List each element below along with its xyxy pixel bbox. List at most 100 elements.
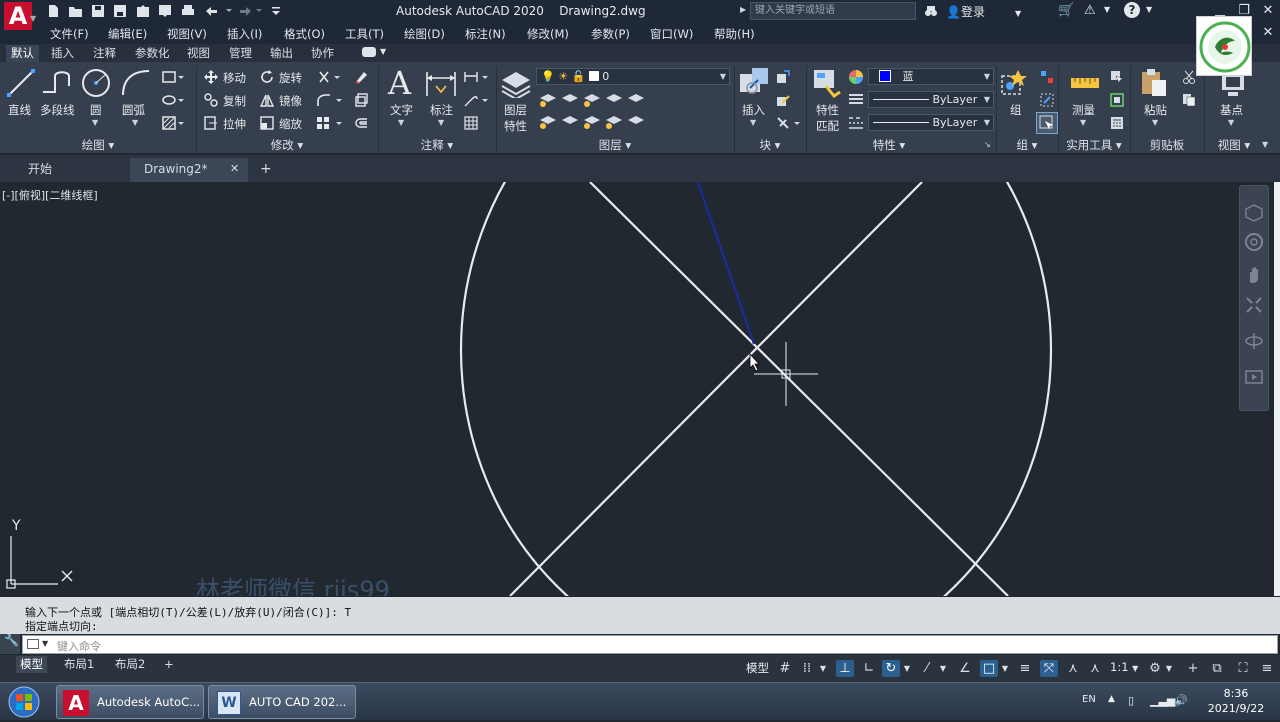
new-tab-button[interactable]: + (260, 158, 276, 182)
menu-view[interactable]: 视图(V) (167, 26, 207, 42)
tab-collaborate[interactable]: 协作 (306, 45, 339, 62)
new-icon[interactable] (46, 4, 60, 18)
menu-modify[interactable]: 修改(M) (527, 26, 569, 42)
chevron-down-icon[interactable]: ▼ (438, 118, 444, 127)
fillet-icon[interactable] (316, 93, 344, 107)
stretch-label[interactable]: 拉伸 (223, 116, 246, 132)
tray-expand-icon[interactable]: ▲ (1108, 694, 1115, 704)
tab-annotate[interactable]: 注释 (88, 45, 121, 62)
lineweight-dropdown[interactable]: ByLayer ▼ (868, 91, 994, 108)
layer-properties-icon[interactable] (500, 68, 532, 101)
match-properties-label[interactable]: 特性 (816, 102, 839, 118)
clipboard-panel-title[interactable]: 剪贴板 (1130, 137, 1204, 154)
layer-dropdown[interactable]: 💡 ☀ 🔓 0 ▼ (536, 68, 730, 85)
application-menu-button[interactable]: A ▼ (0, 0, 38, 44)
linetype-dropdown[interactable]: ByLayer ▼ (868, 114, 994, 131)
tab-home[interactable]: 默认 (6, 45, 39, 62)
selection-cycling-icon[interactable]: ⤧ (1040, 660, 1058, 677)
array-icon[interactable] (316, 116, 344, 130)
tab-insert[interactable]: 插入 (46, 45, 79, 62)
chevron-down-icon[interactable]: ▼ (1228, 118, 1234, 127)
chevron-down-icon[interactable]: ▼ (398, 118, 404, 127)
menu-file[interactable]: 文件(F) (50, 26, 89, 42)
text-label[interactable]: 文字 (390, 102, 413, 118)
create-block-icon[interactable] (776, 70, 790, 84)
rotate-label[interactable]: 旋转 (279, 70, 302, 86)
isolate-objects-icon[interactable]: ⧉ (1208, 660, 1226, 677)
start-button[interactable] (4, 685, 44, 719)
tab-manage[interactable]: 管理 (224, 45, 257, 62)
group-label[interactable]: 组 (1010, 102, 1022, 118)
measure-label[interactable]: 测量 (1072, 102, 1095, 118)
base-label[interactable]: 基点 (1220, 102, 1243, 118)
circle-label[interactable]: 圆 (90, 102, 102, 118)
sign-in-button[interactable]: 👤登录 ▼ (946, 3, 1021, 20)
chevron-down-icon[interactable]: ▼ (1262, 140, 1268, 149)
hatch-icon[interactable] (162, 93, 184, 107)
dimension-icon[interactable] (424, 68, 458, 101)
open-icon[interactable] (68, 4, 82, 18)
scale-icon[interactable] (260, 116, 274, 130)
annotation-scale-icon[interactable]: ⋏ (1086, 660, 1104, 677)
copy-label[interactable]: 复制 (223, 93, 246, 109)
group-icon[interactable] (1000, 68, 1030, 101)
group-edit-icon[interactable] (1040, 93, 1054, 107)
properties-panel-title[interactable]: 特性 ▾ (806, 137, 972, 154)
block-panel-title[interactable]: 块 ▾ (734, 137, 806, 154)
polyline-label[interactable]: 多段线 (40, 102, 75, 118)
annotation-visibility-icon[interactable]: ⋏ (1064, 660, 1082, 677)
chevron-down-icon[interactable]: ▼ (1164, 660, 1174, 677)
modify-panel-title[interactable]: 修改 ▾ (196, 137, 378, 154)
chevron-down-icon[interactable]: ▼ (42, 639, 48, 648)
tab-model[interactable]: 模型 (16, 656, 47, 673)
arc-label[interactable]: 圆弧 (122, 102, 145, 118)
tab-drawing2[interactable]: Drawing2* ✕ (130, 158, 248, 182)
chevron-down-icon[interactable]: ▼ (1146, 5, 1152, 14)
volume-icon[interactable]: 🔊 (1174, 694, 1188, 707)
paste-icon[interactable] (1140, 68, 1170, 101)
polyline-icon[interactable] (40, 68, 74, 101)
tab-parametric[interactable]: 参数化 (130, 45, 175, 62)
language-indicator[interactable]: EN (1082, 694, 1096, 705)
offset-icon[interactable] (354, 116, 368, 130)
dialog-launcher-icon[interactable]: ↘ (984, 140, 991, 149)
plot-icon[interactable] (181, 4, 195, 18)
add-layout-button[interactable]: + (160, 656, 178, 673)
taskbar-autocad[interactable]: A Autodesk AutoC... (56, 685, 204, 719)
customize-qa-icon[interactable] (270, 4, 284, 18)
ungroup-icon[interactable] (1040, 70, 1054, 84)
tab-start[interactable]: 开始 (12, 158, 112, 182)
search-expand-icon[interactable]: ▶ (740, 5, 746, 14)
insert-block-icon[interactable] (738, 66, 770, 101)
chevron-down-icon[interactable]: ▼ (938, 660, 948, 677)
a360-icon[interactable]: ⚠ (1084, 3, 1096, 18)
drawing-canvas[interactable]: [-][俯视][二维线框] Y 林老师微信 rjjs99 (0, 182, 1280, 596)
chevron-down-icon[interactable]: ▼ (132, 118, 138, 127)
scale-label[interactable]: 缩放 (279, 116, 302, 132)
chevron-down-icon[interactable]: ▼ (1080, 118, 1086, 127)
network-icon[interactable]: ▁▃▅ (1150, 694, 1175, 707)
menu-window[interactable]: 窗口(W) (650, 26, 693, 42)
erase-icon[interactable] (354, 70, 368, 84)
scale-dropdown[interactable]: 1:1 ▼ (1110, 660, 1138, 674)
tab-layout1[interactable]: 布局1 (60, 656, 98, 673)
pan-icon[interactable] (1245, 266, 1263, 284)
object-snap-tracking-icon[interactable]: ∠ (956, 660, 974, 677)
tray-device-icon[interactable]: ▯ (1128, 694, 1134, 707)
plus-icon[interactable]: + (1184, 660, 1202, 677)
viewcube-icon[interactable] (1245, 204, 1263, 222)
chevron-down-icon[interactable]: ▼ (818, 660, 828, 677)
vertical-scrollbar[interactable] (1274, 182, 1280, 596)
save-icon[interactable] (91, 4, 105, 18)
chevron-down-icon[interactable]: ▼ (1000, 660, 1010, 677)
leader-icon[interactable] (464, 93, 492, 107)
annotation-panel-title[interactable]: 注释 ▾ (378, 137, 496, 154)
close-icon[interactable]: ✕ (230, 158, 239, 180)
doc-close-button[interactable]: ✕ (1258, 24, 1278, 42)
trim-icon[interactable] (318, 70, 342, 84)
menu-dimension[interactable]: 标注(N) (465, 26, 506, 42)
zoom-extents-icon[interactable] (1245, 296, 1263, 314)
chevron-down-icon[interactable]: ▼ (380, 47, 386, 56)
taskbar-word[interactable]: W AUTO CAD 202... (208, 685, 356, 719)
circle-icon[interactable] (80, 67, 112, 102)
